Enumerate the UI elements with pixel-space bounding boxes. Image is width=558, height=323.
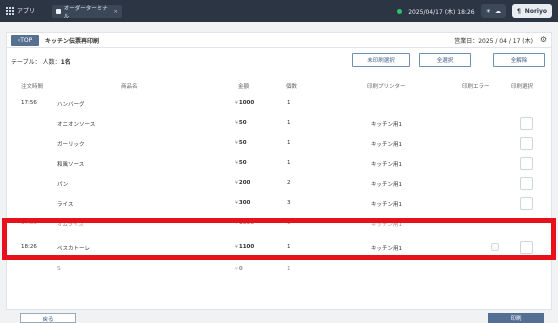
online-status-icon xyxy=(397,8,403,14)
os-taskbar: アプリ オーダーターミナル × 2025/04/17 (木) 18:26 ☀ ☁… xyxy=(0,0,558,22)
printer-name: キッチン用1 xyxy=(371,246,402,252)
quantity: 1 xyxy=(287,120,291,126)
sun-icon: ☀ xyxy=(485,7,491,15)
table-row: ライス ¥300 3 キッチン用1 xyxy=(7,194,551,214)
amount: ¥1000 xyxy=(235,220,255,226)
amount: ¥50 xyxy=(235,120,247,126)
amount: ¥200 xyxy=(235,180,251,186)
amount: ¥1100 xyxy=(235,244,255,250)
quantity: 1 xyxy=(287,266,291,272)
order-table: 注文時間 商品名 金額 個数 印刷プリンター 印刷エラー 印刷選択 17:56 … xyxy=(6,74,552,310)
table-info: テーブル： 人数：1名 xyxy=(11,57,71,66)
cloud-icon: ☁ xyxy=(494,7,501,15)
table-row: オニオンソース ¥50 1 キッチン用1 xyxy=(7,114,551,134)
clock: 2025/04/17 (木) 18:26 xyxy=(408,8,475,16)
table-row: パン ¥200 2 キッチン用1 xyxy=(7,174,551,194)
print-select-checkbox[interactable] xyxy=(520,157,533,170)
tab-order-terminal[interactable]: オーダーターミナル × xyxy=(52,5,122,20)
table-row: 17:56 ハンバーグ ¥1000 1 xyxy=(7,94,551,114)
table-row: ガーリック ¥50 1 キッチン用1 xyxy=(7,134,551,154)
display-settings[interactable]: ☀ ☁ xyxy=(480,4,506,18)
print-select-checkbox[interactable] xyxy=(520,137,533,150)
col-order-time: 注文時間 xyxy=(21,84,44,90)
item-name: ハンバーグ xyxy=(57,102,85,108)
quantity: 3 xyxy=(287,200,291,206)
quantity: 2 xyxy=(287,180,291,186)
table-row-highlighted: 18:26 ペスカトーレ ¥1100 1 キッチン用1 xyxy=(7,238,551,258)
store-icon: ¶ xyxy=(516,7,521,15)
printer-name: キッチン用1 xyxy=(371,122,402,128)
item-name: 和風ソース xyxy=(57,162,85,168)
print-select-checkbox[interactable] xyxy=(520,197,533,210)
table-row: 17:56 オムライス ¥1000 1 キッチン用1 xyxy=(7,214,551,234)
col-amount: 金額 xyxy=(238,84,250,90)
item-name: オムライス xyxy=(57,222,84,228)
print-error-indicator xyxy=(491,243,499,251)
app-tab-icon xyxy=(56,9,61,14)
col-print-select: 印刷選択 xyxy=(511,84,534,90)
business-date: 営業日：2025 / 04 / 17 (木) xyxy=(454,38,533,45)
table-header: 注文時間 商品名 金額 個数 印刷プリンター 印刷エラー 印刷選択 xyxy=(7,78,551,92)
printer-name: キッチン用1 xyxy=(371,222,402,228)
amount: ¥1000 xyxy=(235,100,255,106)
order-time: 18:26 xyxy=(21,244,37,250)
account-button[interactable]: ¶ Noriyo xyxy=(511,4,552,18)
order-time: 17:56 xyxy=(21,220,37,226)
tab-label: オーダーターミナル xyxy=(63,5,108,20)
quantity: 1 xyxy=(287,244,291,250)
gear-icon[interactable]: ⚙ xyxy=(540,35,547,44)
top-button-label: TOP xyxy=(20,37,33,44)
account-label: Noriyo xyxy=(524,7,547,15)
app-window: アプリ オーダーターミナル × 2025/04/17 (木) 18:26 ☀ ☁… xyxy=(0,0,558,323)
apps-label: アプリ xyxy=(17,8,36,15)
select-all-button[interactable]: 全選択 xyxy=(419,53,471,67)
back-button[interactable]: 戻る xyxy=(20,313,76,323)
item-name: ガーリック xyxy=(57,142,85,148)
people-value: 1名 xyxy=(60,59,71,66)
order-time: 17:56 xyxy=(21,100,37,106)
table-row: 和風ソース ¥50 1 キッチン用1 xyxy=(7,154,551,174)
col-item-name: 商品名 xyxy=(121,84,138,90)
select-unprinted-button[interactable]: 未印刷選択 xyxy=(352,53,410,67)
quantity: 1 xyxy=(287,140,291,146)
quantity: 1 xyxy=(287,160,291,166)
close-icon[interactable]: × xyxy=(113,9,118,15)
item-name: オニオンソース xyxy=(57,122,96,128)
quantity: 1 xyxy=(287,220,291,226)
printer-name: キッチン用1 xyxy=(371,142,402,148)
quantity: 1 xyxy=(287,100,291,106)
amount: ¥300 xyxy=(235,200,251,206)
table-row: S ¥0 1 xyxy=(7,260,551,280)
people-label: 人数： xyxy=(42,59,61,66)
filter-bar: テーブル： 人数：1名 未印刷選択 全選択 全解除 xyxy=(6,48,552,74)
printer-name: キッチン用1 xyxy=(371,202,402,208)
amount: ¥50 xyxy=(235,140,247,146)
table-label: テーブル： xyxy=(11,59,41,66)
item-name: S xyxy=(57,266,61,272)
grid-icon xyxy=(6,6,14,15)
print-select-checkbox[interactable] xyxy=(520,241,533,254)
amount: ¥0 xyxy=(235,266,243,272)
col-print-error: 印刷エラー xyxy=(462,84,490,90)
apps-menu[interactable]: アプリ xyxy=(6,6,35,15)
amount: ¥50 xyxy=(235,160,247,166)
col-printer: 印刷プリンター xyxy=(367,84,406,90)
page-title: キッチン伝票再印刷 xyxy=(45,38,100,45)
print-button[interactable]: 印刷 xyxy=(488,313,544,323)
top-button[interactable]: ‹ TOP xyxy=(11,35,39,46)
col-qty: 個数 xyxy=(286,84,298,90)
print-select-checkbox[interactable] xyxy=(520,117,533,130)
printer-name: キッチン用1 xyxy=(371,182,402,188)
item-name: ペスカトーレ xyxy=(57,246,91,252)
app-header: ‹ TOP キッチン伝票再印刷 営業日：2025 / 04 / 17 (木) ⚙ xyxy=(6,32,552,48)
print-select-checkbox[interactable] xyxy=(520,177,533,190)
item-name: パン xyxy=(57,182,69,188)
deselect-all-button[interactable]: 全解除 xyxy=(493,53,545,67)
printer-name: キッチン用1 xyxy=(371,162,402,168)
item-name: ライス xyxy=(57,202,74,208)
